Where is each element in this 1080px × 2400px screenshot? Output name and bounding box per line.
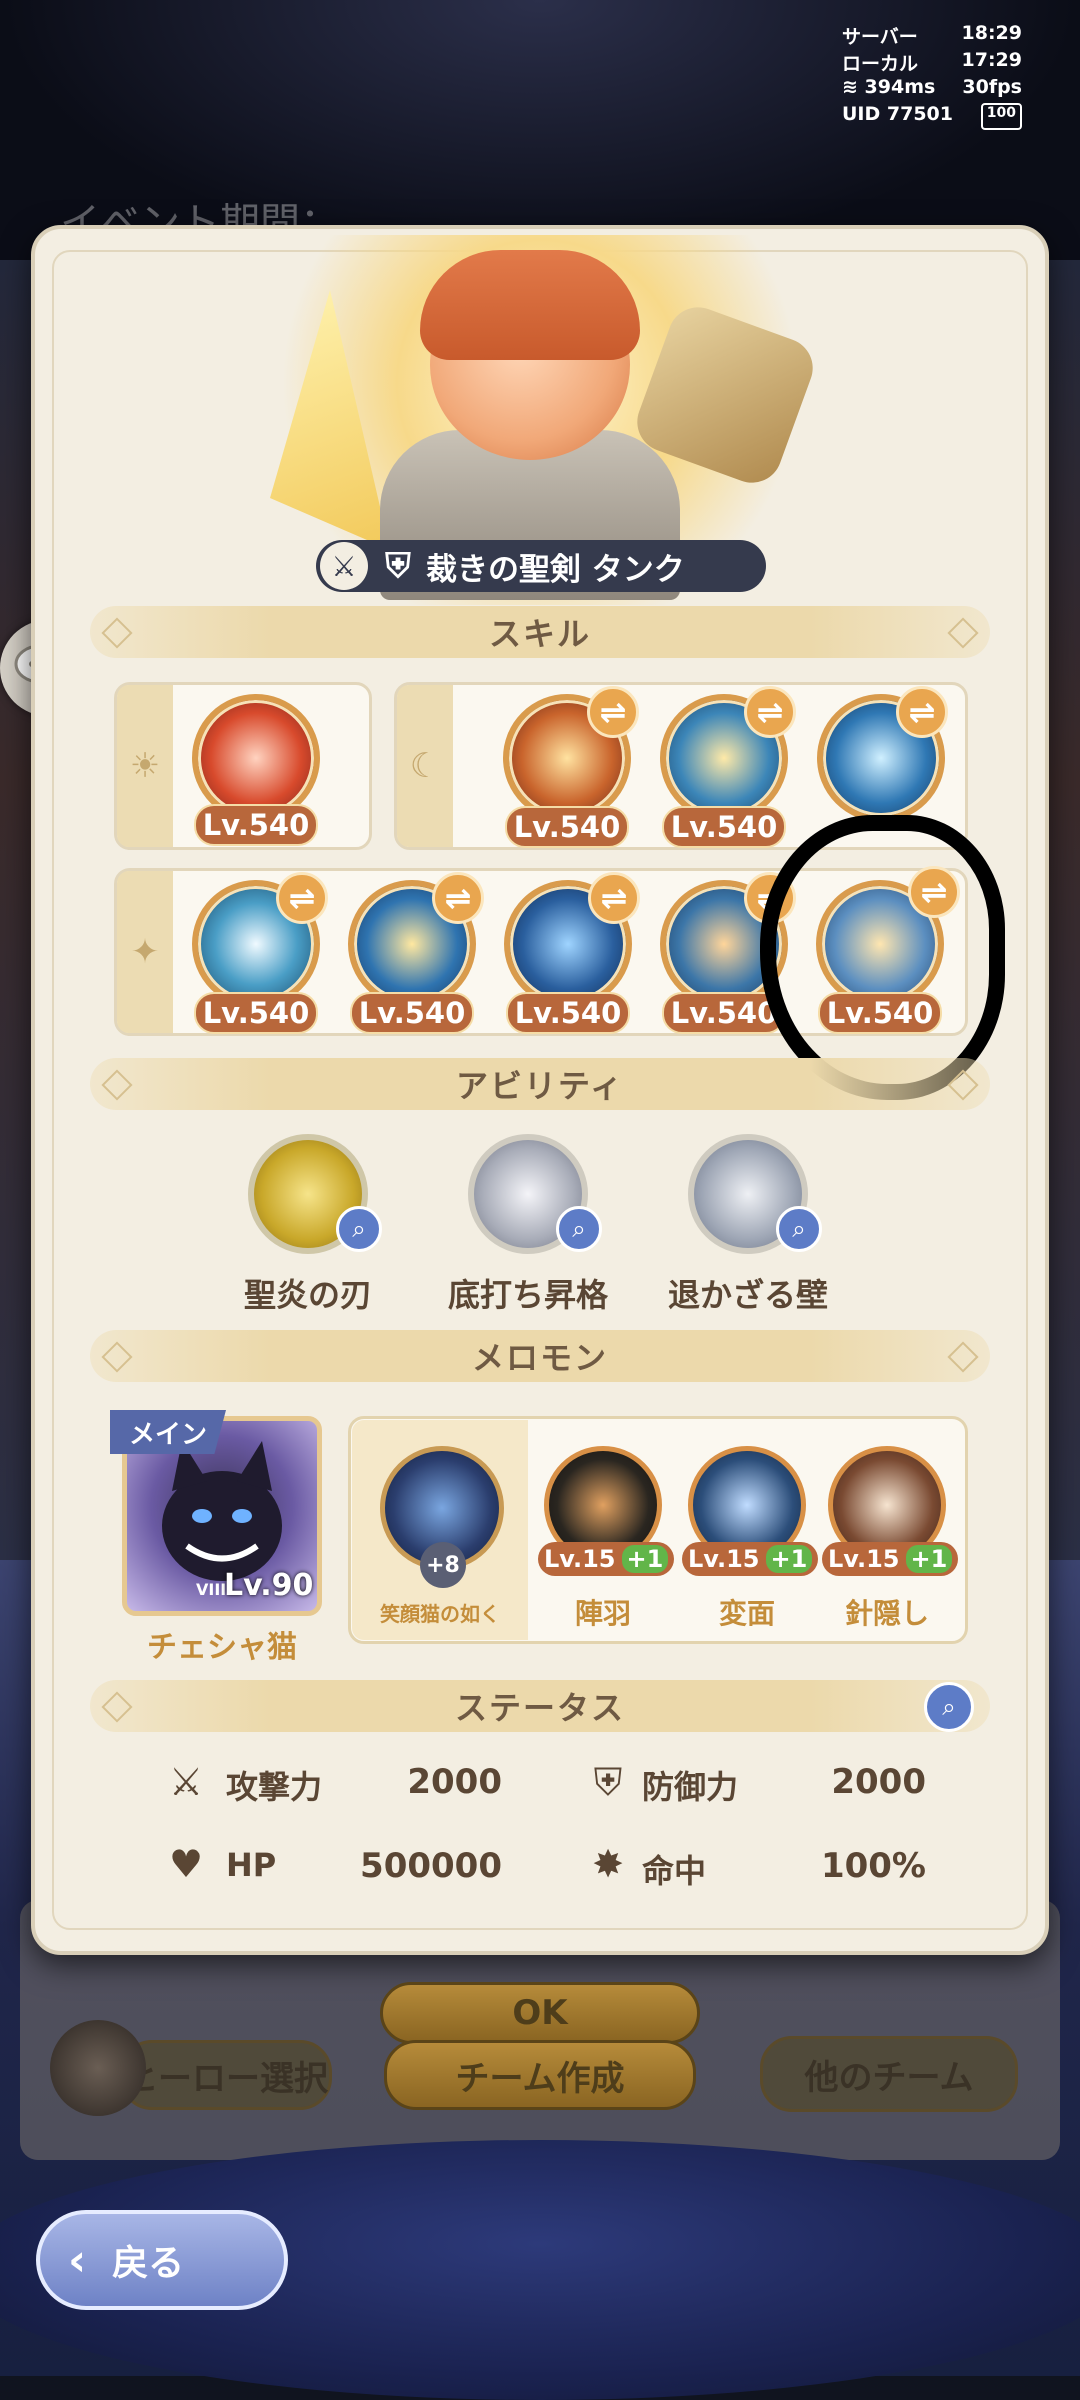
diamond-ornament-icon (101, 617, 133, 649)
ping-value: 394ms (864, 76, 936, 98)
crossed-swords-icon: ⚔ (168, 1760, 204, 1804)
shield-icon: ⛨ (385, 546, 411, 586)
swap-icon[interactable]: ⇌ (432, 872, 484, 924)
diamond-ornament-icon (101, 1691, 133, 1723)
melomon-section-title: メロモン (471, 1339, 608, 1377)
magnifier-icon[interactable]: ⌕ (556, 1206, 602, 1252)
skill-level: Lv.540 (505, 806, 629, 848)
star-burst-icon: ✸ (592, 1842, 624, 1886)
hero-select-button[interactable]: ヒーロー選択 (120, 2040, 332, 2110)
set-name: 笑顔猫の如く (380, 1602, 500, 1626)
defense-label: 防御力 (642, 1768, 739, 1806)
status-section-header: ステータス (90, 1680, 990, 1732)
accuracy-label: 命中 (642, 1852, 707, 1890)
diamond-ornament-icon (947, 617, 979, 649)
swap-icon[interactable]: ⇌ (587, 686, 639, 738)
ability-label: 底打ち昇格 (447, 1276, 608, 1314)
ability-label: 聖炎の刃 (243, 1276, 372, 1314)
skill-level: Lv.540 (194, 804, 318, 846)
sub-melomon-level: Lv.15 +1 (682, 1542, 819, 1576)
swap-icon[interactable]: ⇌ (276, 872, 328, 924)
skill-butterfly-wing[interactable] (192, 694, 320, 822)
attack-label: 攻撃力 (226, 1768, 323, 1806)
status-section-title: ステータス (454, 1689, 625, 1727)
skill-level: Lv.540 (194, 992, 318, 1034)
back-label: 戻る (112, 2243, 185, 2284)
rank-badge: VIII (196, 1580, 227, 1599)
plus-badge: +1 (765, 1545, 813, 1573)
swap-icon[interactable]: ⇌ (744, 686, 796, 738)
hero-hair (420, 250, 640, 360)
diamond-ornament-icon (947, 1341, 979, 1373)
sword-icon: ⚔ (320, 542, 368, 590)
plus-badge: +1 (621, 1545, 669, 1573)
attack-value: 2000 (407, 1762, 502, 1802)
back-arrow-icon: ‹ (68, 2234, 87, 2286)
level-text: Lv.15 (688, 1545, 760, 1573)
moon-icon: ☾ (397, 685, 453, 847)
skill-level: Lv.540 (350, 992, 474, 1034)
main-tag: メイン (110, 1410, 226, 1454)
skill-section-header: スキル (90, 606, 990, 658)
skill-level: Lv.540 (662, 806, 786, 848)
skill-level: Lv.540 (506, 992, 630, 1034)
defense-value: 2000 (831, 1762, 926, 1802)
level-text: Lv.15 (828, 1545, 900, 1573)
sub-melomon-name: 陣羽 (574, 1597, 631, 1630)
uid-value: UID 77501 (842, 103, 953, 125)
sub-melomon-level: Lv.15 +1 (822, 1542, 959, 1576)
main-melomon-level: Lv.90 (224, 1568, 314, 1603)
level-text: Lv.15 (544, 1545, 616, 1573)
ok-button[interactable]: OK (380, 1982, 700, 2044)
magnifier-icon[interactable]: ⌕ (776, 1206, 822, 1252)
star-icon: ✦ (117, 871, 173, 1033)
fps-value: 30fps (962, 76, 1022, 98)
local-time: 17:29 (961, 49, 1022, 71)
swap-icon[interactable]: ⇌ (896, 686, 948, 738)
diamond-ornament-icon (947, 1069, 979, 1101)
ability-section-title: アビリティ (455, 1067, 625, 1105)
main-melomon-name: チェシャ猫 (147, 1630, 297, 1665)
team-avatar[interactable] (50, 2020, 146, 2116)
melomon-section-header: メロモン (90, 1330, 990, 1382)
diamond-ornament-icon (101, 1069, 133, 1101)
status-detail-magnifier-icon[interactable]: ⌕ (924, 1682, 974, 1732)
battery-icon: 100 (980, 103, 1022, 130)
swap-icon[interactable]: ⇌ (588, 872, 640, 924)
hero-class-text: 裁きの聖剣 タンク (426, 551, 685, 588)
server-label: サーバー (842, 26, 918, 48)
accuracy-value: 100% (820, 1846, 926, 1886)
wifi-icon: ≋ (842, 76, 858, 98)
hp-label: HP (226, 1846, 277, 1884)
magnifier-icon[interactable]: ⌕ (336, 1206, 382, 1252)
hero-class-badge: ⚔ ⛨ 裁きの聖剣 タンク (316, 540, 766, 592)
plus-badge: +1 (905, 1545, 953, 1573)
skill-section-title: スキル (488, 615, 591, 653)
sub-melomon-level: Lv.15 +1 (538, 1542, 675, 1576)
local-label: ローカル (842, 53, 919, 75)
shield-icon: ⛨ (593, 1760, 623, 1804)
team-create-button[interactable]: チーム作成 (384, 2040, 696, 2110)
ability-label: 退かざる壁 (667, 1276, 828, 1314)
set-bonus-badge: +8 (420, 1542, 466, 1588)
sub-melomon-name: 変面 (718, 1597, 775, 1630)
status-bar: サーバー 18:29 ローカル 17:29 ≋ 394ms 30fps UID … (842, 22, 1022, 130)
sub-melomon-name: 針隠し (844, 1597, 929, 1630)
other-team-button[interactable]: 他のチーム (760, 2036, 1018, 2112)
server-time: 18:29 (961, 22, 1022, 44)
sun-icon: ☀ (117, 685, 173, 847)
diamond-ornament-icon (101, 1341, 133, 1373)
back-button[interactable]: ‹ 戻る (36, 2210, 288, 2310)
ability-section-header: アビリティ (90, 1058, 990, 1110)
heart-icon: ♥ (168, 1842, 204, 1886)
hp-value: 500000 (360, 1846, 502, 1886)
